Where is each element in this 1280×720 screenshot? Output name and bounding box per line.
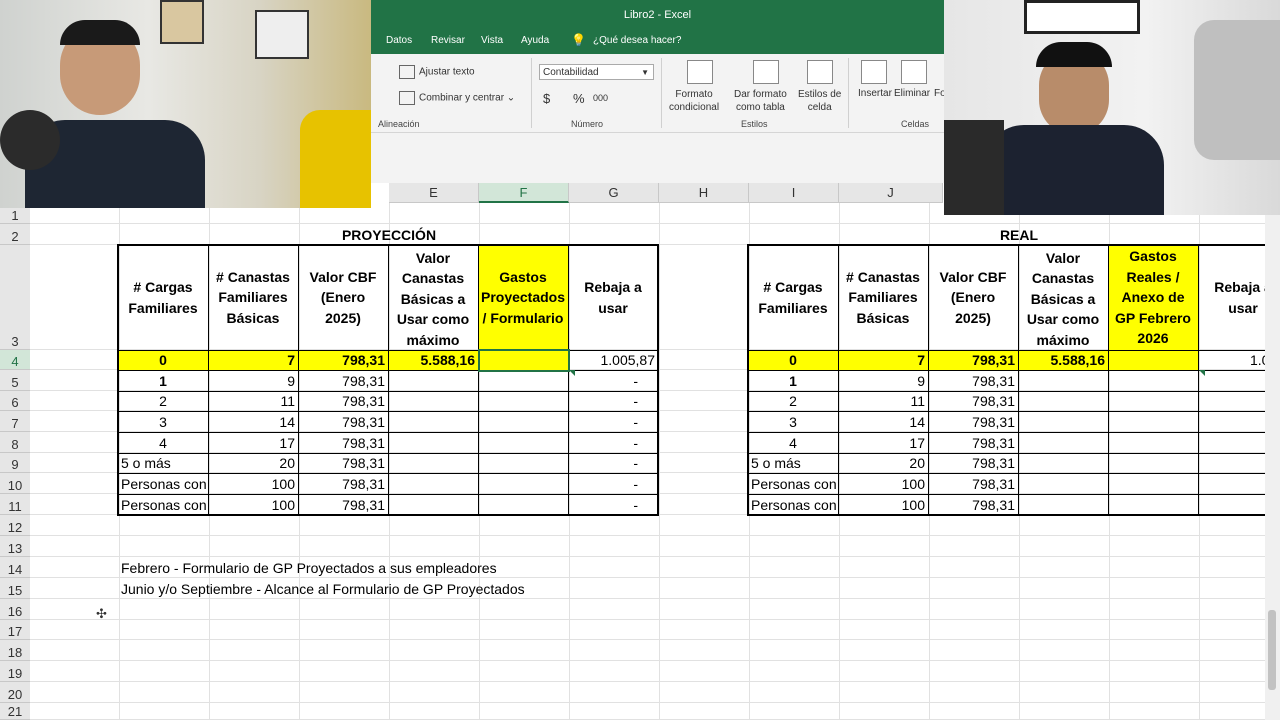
row-header-8[interactable]: 8 xyxy=(0,432,30,453)
alignment-group-label: Alineación xyxy=(378,119,420,129)
row-header-3[interactable]: 3 xyxy=(0,245,30,350)
ribbon: Ajustar texto Combinar y centrar ⌄ Aline… xyxy=(371,54,946,133)
number-format-select[interactable]: Contabilidad ▼ xyxy=(539,64,654,80)
number-group-label: Número xyxy=(571,119,604,129)
window-title: Libro2 - Excel xyxy=(371,0,944,30)
wrap-text-button[interactable]: Ajustar texto xyxy=(399,65,475,79)
column-header-e[interactable]: E xyxy=(389,183,479,203)
delete-icon xyxy=(901,60,927,84)
menu-datos[interactable]: Datos xyxy=(386,35,412,46)
cell-styles-button[interactable]: Estilos de celda xyxy=(798,88,841,114)
percent-button[interactable]: % xyxy=(573,91,585,106)
row-header-11[interactable]: 11 xyxy=(0,494,30,515)
insert-icon xyxy=(861,60,887,84)
conditional-format-button[interactable]: Formato condicional xyxy=(669,88,719,114)
delete-button[interactable]: Eliminar xyxy=(894,88,930,99)
webcam-right xyxy=(944,0,1280,215)
proyeccion-title: PROYECCIÓN xyxy=(341,226,437,243)
note-row-15[interactable]: Junio y/o Septiembre - Alcance al Formul… xyxy=(118,578,718,599)
cell-styles-icon xyxy=(807,60,833,84)
real-title: REAL xyxy=(999,226,1039,243)
active-cell-f4[interactable] xyxy=(478,349,570,372)
formula-area xyxy=(371,133,944,183)
column-header-g[interactable]: G xyxy=(569,183,659,203)
row-header-9[interactable]: 9 xyxy=(0,453,30,473)
format-table-icon xyxy=(753,60,779,84)
row-header-4[interactable]: 4 xyxy=(0,350,30,370)
cells-group-label: Celdas xyxy=(901,119,930,129)
column-header-i[interactable]: I xyxy=(749,183,839,203)
column-header-j[interactable]: J xyxy=(839,183,943,203)
column-header-f[interactable]: F xyxy=(479,183,569,203)
menu-vista[interactable]: Vista xyxy=(481,35,503,46)
column-header-h[interactable]: H xyxy=(659,183,749,203)
webcam-left xyxy=(0,0,371,208)
row-header-5[interactable]: 5 xyxy=(0,370,30,391)
menu-bar: Datos Revisar Vista Ayuda 💡 ¿Qué desea h… xyxy=(371,30,944,54)
row-header-21[interactable]: 21 xyxy=(0,703,30,720)
conditional-format-icon xyxy=(687,60,713,84)
insert-button[interactable]: Insertar xyxy=(858,88,892,99)
cell-cursor-icon: ✣ xyxy=(96,606,107,621)
row-header-12[interactable]: 12 xyxy=(0,515,30,536)
error-indicator-icon xyxy=(1199,370,1205,376)
scrollbar-thumb[interactable] xyxy=(1268,610,1276,690)
format-table-button[interactable]: Dar formato como tabla xyxy=(734,88,787,114)
row-header-16[interactable]: 16 xyxy=(0,599,30,620)
chevron-down-icon: ▼ xyxy=(641,68,649,77)
row-header-7[interactable]: 7 xyxy=(0,411,30,432)
tell-me-search[interactable]: ¿Qué desea hacer? xyxy=(593,35,681,46)
styles-group-label: Estilos xyxy=(741,119,768,129)
wrap-text-icon xyxy=(399,65,415,79)
row-header-15[interactable]: 15 xyxy=(0,578,30,599)
row-header-13[interactable]: 13 xyxy=(0,536,30,557)
merge-center-button[interactable]: Combinar y centrar ⌄ xyxy=(399,91,515,105)
currency-button[interactable]: $ xyxy=(543,91,550,106)
row-header-2[interactable]: 2 xyxy=(0,224,30,245)
menu-ayuda[interactable]: Ayuda xyxy=(521,35,549,46)
merge-icon xyxy=(399,91,415,105)
row-header-18[interactable]: 18 xyxy=(0,640,30,661)
thousands-button[interactable]: 000 xyxy=(593,93,608,103)
row-header-6[interactable]: 6 xyxy=(0,391,30,411)
row-header-20[interactable]: 20 xyxy=(0,682,30,703)
menu-revisar[interactable]: Revisar xyxy=(431,35,465,46)
note-row-14[interactable]: Febrero - Formulario de GP Proyectados a… xyxy=(118,557,718,578)
lightbulb-icon: 💡 xyxy=(571,33,586,47)
row-header-14[interactable]: 14 xyxy=(0,557,30,578)
row-header-19[interactable]: 19 xyxy=(0,661,30,682)
row-header-17[interactable]: 17 xyxy=(0,620,30,640)
row-header-10[interactable]: 10 xyxy=(0,473,30,494)
